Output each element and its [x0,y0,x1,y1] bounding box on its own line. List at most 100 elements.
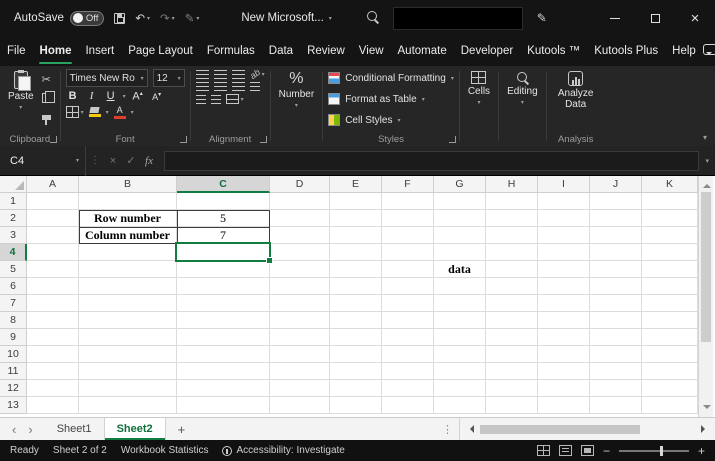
tab-home[interactable]: Home [33,36,79,66]
column-header-e[interactable]: E [330,176,382,193]
row-header-13[interactable]: 13 [0,397,27,414]
cell-c7[interactable] [177,295,270,312]
cell-b5[interactable] [79,261,177,278]
cell-f2[interactable] [382,210,434,227]
cell-b3[interactable]: Column number [79,227,177,244]
row-header-8[interactable]: 8 [0,312,27,329]
cell-k2[interactable] [642,210,698,227]
row-header-6[interactable]: 6 [0,278,27,295]
cell-e4[interactable] [330,244,382,261]
cell-h11[interactable] [486,363,538,380]
cell-g7[interactable] [434,295,486,312]
cell-j2[interactable] [590,210,642,227]
cell-d9[interactable] [270,329,330,346]
cell-j3[interactable] [590,227,642,244]
undo-button[interactable]: ↶ ▾ [135,11,150,25]
cell-a4[interactable] [27,244,79,261]
cell-k7[interactable] [642,295,698,312]
ribbon-collapse-chevron[interactable]: ▾ [703,133,715,146]
cell-k5[interactable] [642,261,698,278]
cell-d4[interactable] [270,244,330,261]
cell-k6[interactable] [642,278,698,295]
normal-view-button[interactable] [536,445,550,456]
cell-b11[interactable] [79,363,177,380]
next-sheet-button[interactable]: › [28,422,32,437]
cell-d1[interactable] [270,193,330,210]
cell-b12[interactable] [79,380,177,397]
cell-j5[interactable] [590,261,642,278]
cell-a3[interactable] [27,227,79,244]
cell-d7[interactable] [270,295,330,312]
cell-j4[interactable] [590,244,642,261]
paste-button[interactable]: Paste ▾ [5,69,37,113]
cell-f4[interactable] [382,244,434,261]
cell-d11[interactable] [270,363,330,380]
insert-function-button[interactable]: fx [140,155,158,167]
confirm-entry-button[interactable]: ✓ [122,154,140,167]
cell-e8[interactable] [330,312,382,329]
cell-e10[interactable] [330,346,382,363]
cell-a10[interactable] [27,346,79,363]
cell-d5[interactable] [270,261,330,278]
dialog-launcher-icon[interactable] [448,136,456,143]
cell-h3[interactable] [486,227,538,244]
name-box[interactable]: C4 ▾ [0,145,86,176]
cell-e1[interactable] [330,193,382,210]
column-header-h[interactable]: H [486,176,538,193]
cell-k3[interactable] [642,227,698,244]
formula-input[interactable] [164,150,700,171]
tab-data[interactable]: Data [262,36,300,66]
zoom-in-button[interactable]: + [698,444,705,458]
cell-j13[interactable] [590,397,642,414]
close-button[interactable]: × [675,0,715,36]
redo-button[interactable]: ↷ ▾ [160,11,175,25]
cell-g5[interactable]: data [434,261,486,278]
cell-g6[interactable] [434,278,486,295]
cell-e7[interactable] [330,295,382,312]
workbook-statistics-button[interactable]: Workbook Statistics [121,445,209,456]
editing-button[interactable]: Editing ▾ [504,69,541,108]
cell-j9[interactable] [590,329,642,346]
cell-f8[interactable] [382,312,434,329]
cell-styles-button[interactable]: Cell Styles ▾ [328,111,454,129]
format-painter-button[interactable] [41,109,55,125]
cell-j7[interactable] [590,295,642,312]
cell-a12[interactable] [27,380,79,397]
dialog-launcher-icon[interactable] [179,136,187,143]
cell-j10[interactable] [590,346,642,363]
bold-button[interactable]: B [66,90,80,102]
cell-c10[interactable] [177,346,270,363]
cancel-entry-button[interactable]: × [104,155,122,167]
cell-g12[interactable] [434,380,486,397]
tab-review[interactable]: Review [300,36,352,66]
cell-k13[interactable] [642,397,698,414]
tab-help[interactable]: Help [665,36,703,66]
cell-h7[interactable] [486,295,538,312]
tab-automate[interactable]: Automate [391,36,454,66]
cell-h12[interactable] [486,380,538,397]
cell-g1[interactable] [434,193,486,210]
cell-f13[interactable] [382,397,434,414]
cell-i1[interactable] [538,193,590,210]
tab-formulas[interactable]: Formulas [200,36,262,66]
sheet-bar-splitter[interactable]: ⋮ [436,418,459,440]
cells-button[interactable]: Cells ▾ [465,69,493,108]
cell-a9[interactable] [27,329,79,346]
conditional-formatting-button[interactable]: Conditional Formatting ▾ [328,69,454,87]
cell-c1[interactable] [177,193,270,210]
orientation-button[interactable]: ab ▾ [248,67,265,81]
cell-c4[interactable] [177,244,270,261]
pen-icon[interactable]: ✎ [537,11,547,25]
maximize-button[interactable] [635,0,675,36]
cell-i10[interactable] [538,346,590,363]
vertical-scroll-thumb[interactable] [701,192,711,342]
decrease-indent-button[interactable] [195,94,206,104]
cell-f5[interactable] [382,261,434,278]
cell-k8[interactable] [642,312,698,329]
cell-f12[interactable] [382,380,434,397]
accessibility-status[interactable]: Accessibility: Investigate [222,445,345,456]
cell-b13[interactable] [79,397,177,414]
cell-k12[interactable] [642,380,698,397]
cell-i2[interactable] [538,210,590,227]
vertical-scrollbar[interactable] [698,176,713,417]
